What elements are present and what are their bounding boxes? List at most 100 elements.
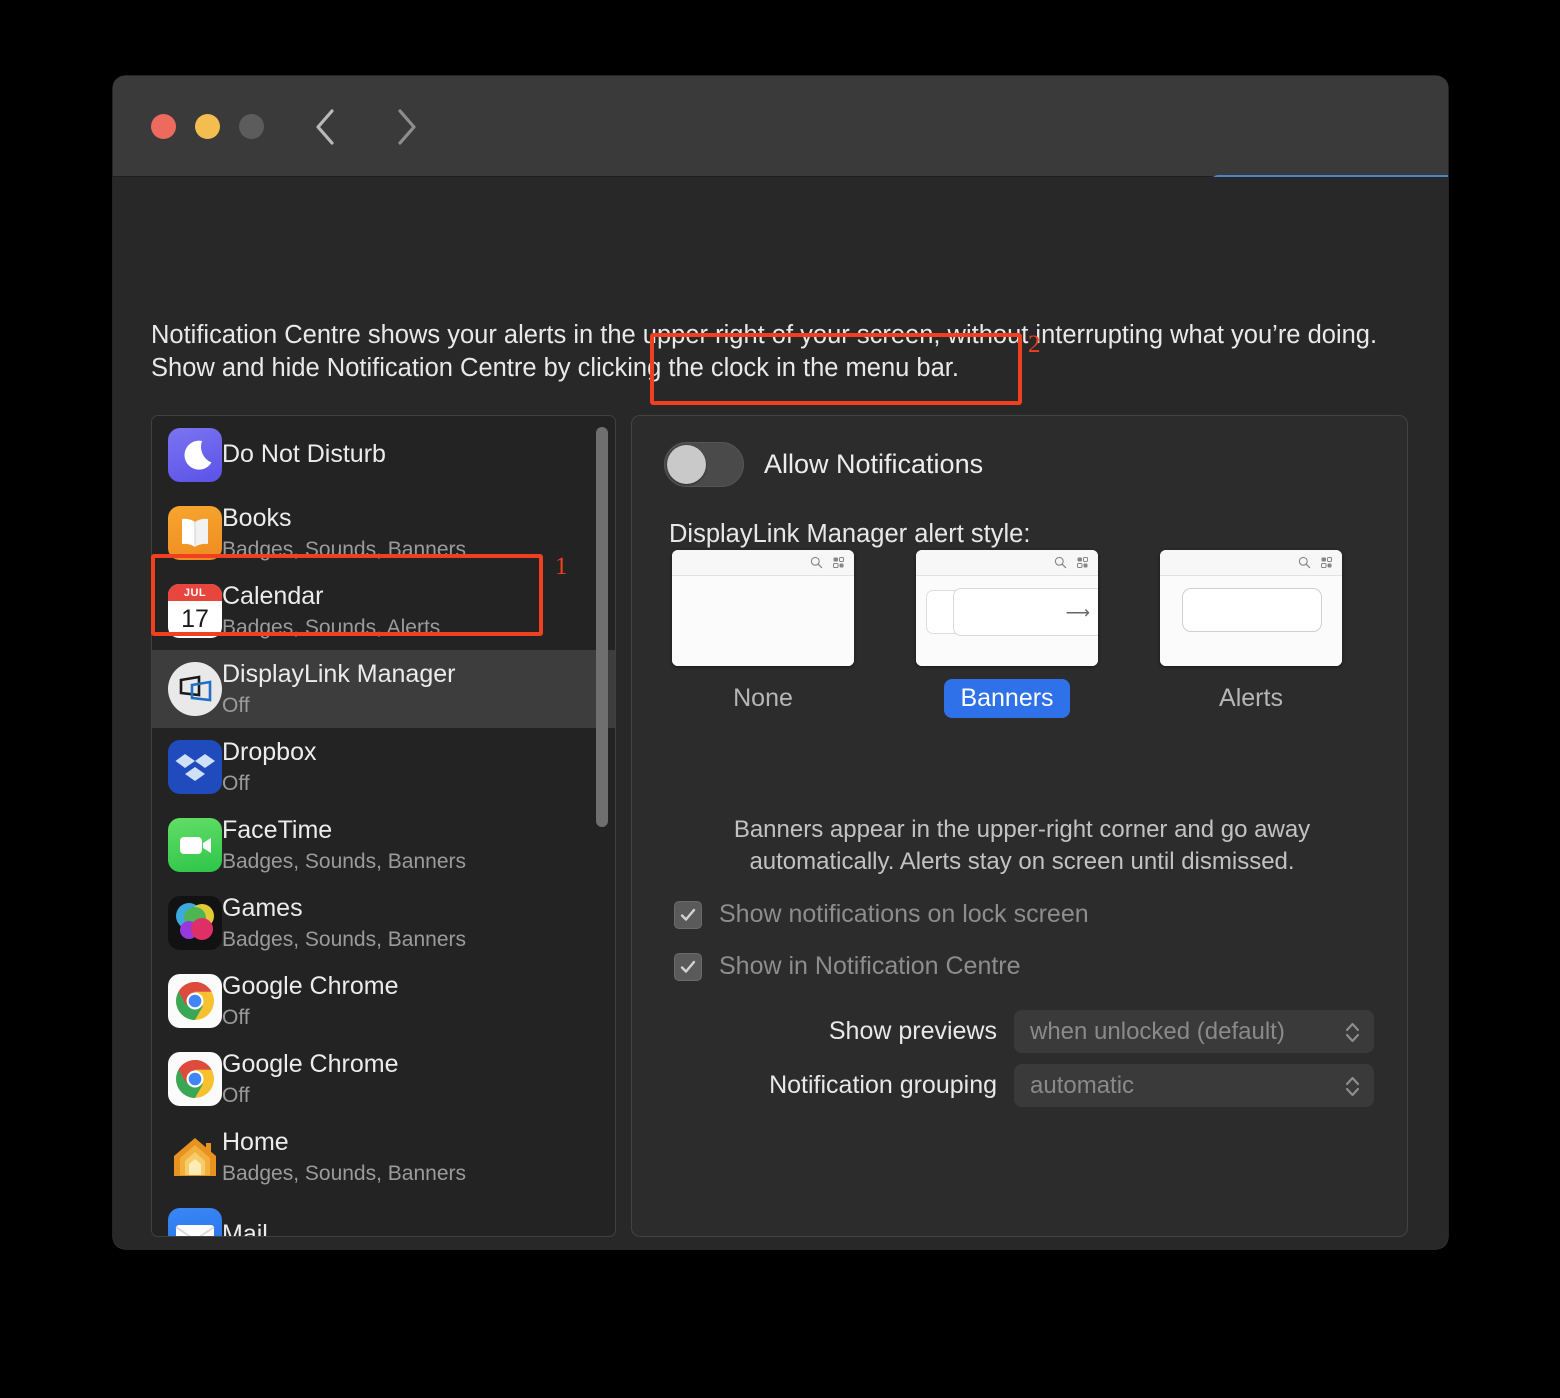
app-row-text: Google ChromeOff <box>222 1051 398 1107</box>
app-row[interactable]: Google ChromeOff <box>152 962 615 1040</box>
app-status: Badges, Sounds, Banners <box>222 538 466 561</box>
show-on-lock-screen-label: Show notifications on lock screen <box>719 900 1089 929</box>
show-in-notification-centre-row[interactable]: Show in Notification Centre <box>674 952 1021 981</box>
notification-grouping-label: Notification grouping <box>769 1071 997 1100</box>
app-status: Badges, Sounds, Banners <box>222 1162 466 1185</box>
app-name: Games <box>222 895 466 923</box>
traffic-lights <box>151 114 264 139</box>
alert-style-heading: DisplayLink Manager alert style: <box>669 520 1030 549</box>
intro-description: Notification Centre shows your alerts in… <box>151 319 1411 385</box>
app-name: DisplayLink Manager <box>222 661 455 689</box>
app-row-selected[interactable]: DisplayLink Manager Off <box>152 650 615 728</box>
app-row[interactable]: Mail <box>152 1196 615 1237</box>
thumbnail-stage: ⟶ <box>916 576 1098 666</box>
app-row[interactable]: Do Not Disturb <box>152 416 615 494</box>
close-button[interactable] <box>151 114 176 139</box>
app-status: Badges, Sounds, Banners <box>222 850 466 873</box>
alert-style-none-label[interactable]: None <box>717 679 809 718</box>
app-row[interactable]: FaceTimeBadges, Sounds, Banners <box>152 806 615 884</box>
alert-style-alerts-label[interactable]: Alerts <box>1203 679 1299 718</box>
home-icon <box>168 1130 222 1184</box>
app-row[interactable]: Dropbox Off <box>152 728 615 806</box>
app-row-text: Google ChromeOff <box>222 973 398 1029</box>
allow-notifications-toggle[interactable] <box>664 442 744 487</box>
app-row[interactable]: Home Badges, Sounds, Banners <box>152 1118 615 1196</box>
app-row-text: Home Badges, Sounds, Banners <box>222 1129 466 1185</box>
show-on-lock-screen-row[interactable]: Show notifications on lock screen <box>674 900 1089 929</box>
notification-grouping-value: automatic <box>1030 1072 1134 1100</box>
chevron-updown-icon <box>1343 1071 1362 1101</box>
notification-grouping-select[interactable]: automatic <box>1014 1064 1374 1107</box>
app-name: Mail <box>222 1221 268 1237</box>
thumbnail-alert-shape <box>1182 588 1322 632</box>
thumbnail-menubar <box>1160 550 1342 576</box>
app-name: Dropbox <box>222 739 317 767</box>
app-row[interactable]: Google ChromeOff <box>152 1040 615 1118</box>
app-row-text: DisplayLink Manager Off <box>222 661 455 717</box>
alert-style-description: Banners appear in the upper-right corner… <box>672 814 1372 877</box>
zoom-button[interactable] <box>239 114 264 139</box>
forward-chevron-right-icon[interactable] <box>391 106 421 148</box>
facetime-icon <box>168 818 222 872</box>
app-list-scrollbar[interactable] <box>595 424 609 1230</box>
show-previews-value: when unlocked (default) <box>1030 1018 1285 1046</box>
thumbnail-stage <box>1160 576 1342 666</box>
app-row-text: Do Not Disturb <box>222 441 386 469</box>
notification-grouping-field-row: Notification grouping automatic <box>674 1064 1374 1107</box>
app-name: Home <box>222 1129 466 1157</box>
app-row[interactable]: BooksBadges, Sounds, Banners <box>152 494 615 572</box>
annotation-number-1: 1 <box>555 553 568 581</box>
mail-icon <box>168 1208 222 1237</box>
app-row[interactable]: JUL17CalendarBadges, Sounds, Alerts <box>152 572 615 650</box>
alert-style-banners-label[interactable]: Banners <box>944 679 1069 718</box>
show-in-notification-centre-label: Show in Notification Centre <box>719 952 1021 981</box>
thumbnail-stage <box>672 576 854 666</box>
app-detail-panel: Allow Notifications DisplayLink Manager … <box>631 415 1408 1237</box>
app-status: Off <box>222 694 455 717</box>
show-previews-select[interactable]: when unlocked (default) <box>1014 1010 1374 1053</box>
banner-arrow-icon: ⟶ <box>1066 604 1090 621</box>
app-row-text: FaceTimeBadges, Sounds, Banners <box>222 817 466 873</box>
chevron-updown-icon <box>1343 1017 1362 1047</box>
calendar-month: JUL <box>168 584 222 601</box>
app-list-panel: Do Not Disturb BooksBadges, Sounds, Banne… <box>151 415 616 1237</box>
app-row-text: CalendarBadges, Sounds, Alerts <box>222 583 440 639</box>
app-status: Off <box>222 772 317 795</box>
app-row[interactable]: Games Badges, Sounds, Banners <box>152 884 615 962</box>
minimize-button[interactable] <box>195 114 220 139</box>
app-name: Google Chrome <box>222 1051 398 1079</box>
navigation-arrows <box>311 106 421 148</box>
back-chevron-left-icon[interactable] <box>311 106 341 148</box>
screenshot-root: Notifications Notification Centre shows … <box>0 0 1560 1398</box>
window-titlebar: Notifications <box>113 76 1448 177</box>
app-row-text: Games Badges, Sounds, Banners <box>222 895 466 951</box>
games-icon <box>168 896 222 950</box>
system-preferences-window: Notifications Notification Centre shows … <box>113 76 1448 1249</box>
allow-notifications-row[interactable]: Allow Notifications <box>664 442 983 487</box>
alert-style-none[interactable]: None <box>672 550 854 718</box>
thumbnail-menubar <box>672 550 854 576</box>
app-row-text: Dropbox Off <box>222 739 317 795</box>
alert-style-options: None ⟶ <box>672 550 1372 718</box>
app-status: Badges, Sounds, Banners <box>222 928 466 951</box>
alert-style-alerts[interactable]: Alerts <box>1160 550 1342 718</box>
show-on-lock-screen-checkbox[interactable] <box>674 901 702 929</box>
toggle-knob <box>667 445 706 484</box>
app-name: Calendar <box>222 583 440 611</box>
app-row-text: BooksBadges, Sounds, Banners <box>222 505 466 561</box>
scrollbar-thumb[interactable] <box>596 427 608 827</box>
window-body: Notification Centre shows your alerts in… <box>113 177 1448 1249</box>
alert-style-alerts-thumbnail <box>1160 550 1342 666</box>
alert-style-none-thumbnail <box>672 550 854 666</box>
calendar-day: 17 <box>168 601 222 638</box>
dropbox-icon <box>168 740 222 794</box>
app-list[interactable]: Do Not Disturb BooksBadges, Sounds, Banne… <box>152 416 615 1236</box>
allow-notifications-label: Allow Notifications <box>764 449 983 480</box>
calendar-icon: JUL17 <box>168 584 222 638</box>
show-previews-field-row: Show previews when unlocked (default) <box>674 1010 1374 1053</box>
show-in-notification-centre-checkbox[interactable] <box>674 953 702 981</box>
app-row-text: Mail <box>222 1221 268 1237</box>
alert-style-banners[interactable]: ⟶ Banners <box>916 550 1098 718</box>
annotation-number-2: 2 <box>1028 331 1041 359</box>
google-chrome-icon <box>168 1052 222 1106</box>
